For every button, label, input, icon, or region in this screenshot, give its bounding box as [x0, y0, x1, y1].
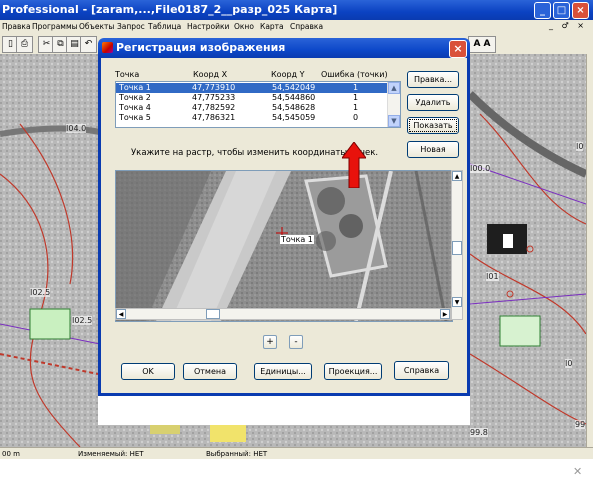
scroll-thumb[interactable] — [452, 241, 462, 255]
menu-objects[interactable]: Объекты — [79, 22, 114, 31]
ok-button[interactable]: OK — [121, 363, 175, 380]
list-item[interactable]: Точка 5 47,786321 54,545059 0 — [116, 113, 388, 123]
menu-edit[interactable]: Правка — [2, 22, 31, 31]
new-point-button[interactable]: Новая — [407, 141, 459, 158]
point-error: 1 — [353, 93, 359, 102]
menu-programs[interactable]: Программы — [32, 22, 78, 31]
menu-table[interactable]: Таблица — [148, 22, 181, 31]
photo-point-label: Точка 1 — [280, 235, 314, 244]
point-x: 47,782592 — [192, 103, 236, 112]
undo-icon[interactable]: ↶ — [80, 36, 97, 53]
delete-point-button[interactable]: Удалить — [407, 94, 459, 111]
menu-map[interactable]: Карта — [260, 22, 284, 31]
help-button[interactable]: Справка — [394, 361, 449, 380]
scroll-down-icon[interactable]: ▼ — [452, 297, 462, 307]
highlight-arrow-icon — [342, 142, 366, 188]
list-item[interactable]: Точка 2 47,775233 54,544860 1 — [116, 93, 388, 103]
zoom-out-button[interactable]: - — [289, 335, 303, 349]
dialog-close-button[interactable]: × — [449, 40, 467, 58]
dialog-title: Регистрация изображения — [116, 41, 286, 54]
close-button[interactable]: × — [572, 2, 589, 19]
point-error: 1 — [353, 83, 359, 92]
map-label: I0 — [565, 359, 573, 368]
mdi-controls[interactable]: _ ♂ × — [549, 21, 587, 30]
col-y[interactable]: Коорд Y — [271, 70, 305, 79]
menu-settings[interactable]: Настройки — [187, 22, 229, 31]
col-error[interactable]: Ошибка (точки) — [321, 70, 388, 79]
scroll-down-icon[interactable]: ▼ — [388, 115, 400, 127]
point-name: Точка 4 — [119, 103, 151, 112]
map-label: I01 — [486, 272, 499, 281]
preview-horizontal-scrollbar[interactable]: ◀ ▶ — [115, 308, 451, 320]
units-button[interactable]: Единицы... — [254, 363, 312, 380]
dialog-blank-area — [98, 396, 470, 425]
menu-query[interactable]: Запрос — [117, 22, 145, 31]
edit-point-button[interactable]: Правка... — [407, 71, 459, 88]
col-point[interactable]: Точка — [115, 70, 139, 79]
show-point-button[interactable]: Показать — [407, 117, 459, 134]
status-scale: 00 m — [2, 450, 20, 458]
close-icon: ✕ — [573, 465, 583, 478]
scroll-left-icon[interactable]: ◀ — [116, 309, 126, 319]
point-y: 54,548628 — [272, 103, 316, 112]
map-label: I02.5 — [30, 288, 51, 297]
point-x: 47,773910 — [192, 83, 236, 92]
hint-text: Укажите на растр, чтобы изменить координ… — [131, 148, 379, 158]
minimize-button[interactable]: _ — [534, 2, 551, 19]
map-label: I0 — [576, 142, 584, 151]
list-scrollbar[interactable]: ▲ ▼ — [387, 82, 400, 127]
point-y: 54,544860 — [272, 93, 316, 102]
scroll-thumb[interactable] — [206, 309, 220, 319]
map-vertical-scrollbar[interactable] — [586, 54, 593, 447]
point-y: 54,542049 — [272, 83, 316, 92]
cancel-button[interactable]: Отмена — [183, 363, 237, 380]
list-item[interactable]: Точка 1 47,773910 54,542049 1 — [116, 83, 388, 93]
list-item[interactable]: Точка 4 47,782592 54,548628 1 — [116, 103, 388, 113]
app-logo-icon — [102, 42, 113, 53]
point-name: Точка 5 — [119, 113, 151, 122]
map-label: 99 — [575, 420, 586, 429]
status-selected: Выбранный: НЕТ — [206, 450, 268, 458]
image-registration-dialog: Регистрация изображения × Точка Коорд X … — [98, 38, 470, 425]
map-label: I02.5 — [72, 316, 93, 325]
point-error: 1 — [353, 103, 359, 112]
map-label: I00.0 — [470, 164, 491, 173]
print-icon[interactable]: ⎙ — [16, 36, 33, 53]
point-error: 0 — [353, 113, 359, 122]
text-style-button[interactable]: A A — [468, 36, 496, 53]
aerial-photo — [116, 171, 452, 321]
status-editable: Изменяемый: НЕТ — [78, 450, 144, 458]
map-label: I04.0 — [66, 124, 87, 133]
menu-window[interactable]: Окно — [234, 22, 254, 31]
menu-bar: Правка Программы Объекты Запрос Таблица … — [0, 20, 593, 34]
dialog-titlebar: Регистрация изображения × — [98, 38, 470, 58]
raster-preview[interactable]: Точка 1 — [115, 170, 453, 322]
scroll-up-icon[interactable]: ▲ — [388, 82, 400, 94]
point-name: Точка 2 — [119, 93, 151, 102]
app-title: Professional - [zaram,...,File0187_2__ра… — [2, 3, 338, 16]
menu-help[interactable]: Справка — [290, 22, 323, 31]
point-y: 54,545059 — [272, 113, 316, 122]
point-x: 47,775233 — [192, 93, 236, 102]
points-list[interactable]: Точка 1 47,773910 54,542049 1 Точка 2 47… — [115, 81, 401, 128]
map-label: 99.8 — [470, 428, 488, 437]
col-x[interactable]: Коорд X — [193, 70, 227, 79]
point-x: 47,786321 — [192, 113, 236, 122]
maximize-button[interactable]: □ — [553, 2, 570, 19]
app-titlebar: Professional - [zaram,...,File0187_2__ра… — [0, 0, 593, 20]
zoom-in-button[interactable]: + — [263, 335, 277, 349]
bottom-area: ✕ — [0, 459, 593, 488]
projection-button[interactable]: Проекция... — [324, 363, 382, 380]
scroll-right-icon[interactable]: ▶ — [440, 309, 450, 319]
preview-vertical-scrollbar[interactable]: ▲ ▼ — [451, 170, 463, 320]
point-name: Точка 1 — [119, 83, 151, 92]
dialog-body: Точка Коорд X Коорд Y Ошибка (точки) Точ… — [98, 58, 470, 396]
scroll-up-icon[interactable]: ▲ — [452, 171, 462, 181]
